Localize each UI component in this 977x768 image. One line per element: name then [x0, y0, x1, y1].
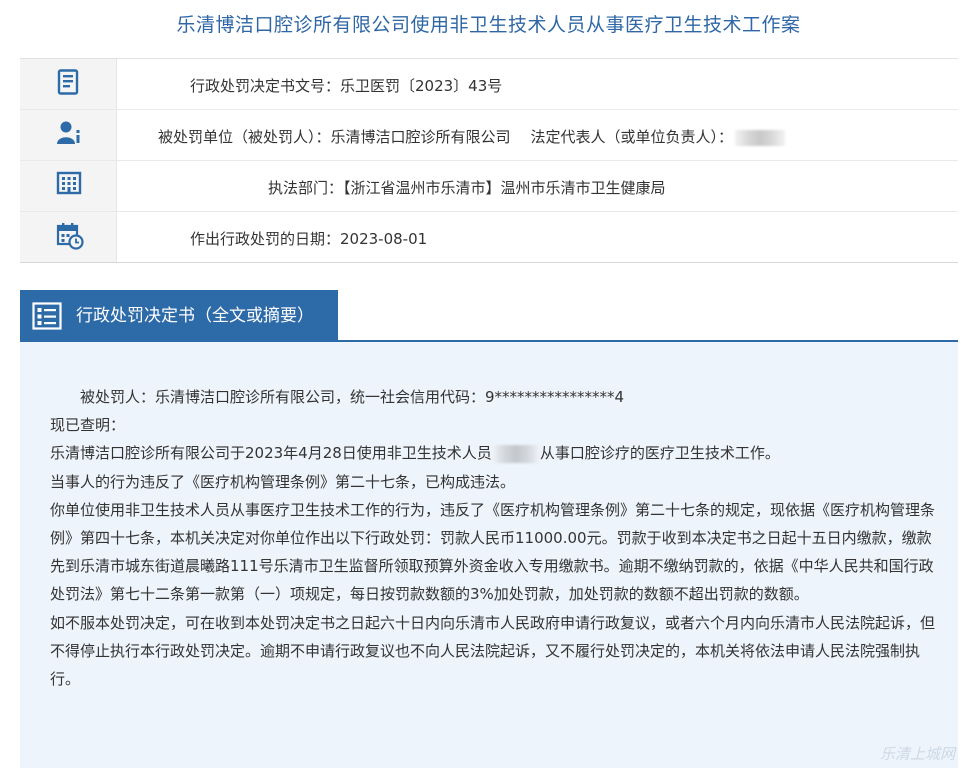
person-icon — [57, 121, 80, 144]
info-row-party: 被处罚单位（被处罚人）：乐清博洁口腔诊所有限公司 法定代表人（或单位负责人）： — [20, 110, 958, 161]
department-text: 执法部门：【浙江省温州市乐清市】温州市乐清市卫生健康局 — [268, 179, 666, 197]
section-tab: 行政处罚决定书（全文或摘要） — [20, 290, 338, 340]
content-findings-label: 现已查明： — [50, 416, 126, 435]
section-header: 行政处罚决定书（全文或摘要） — [20, 290, 958, 342]
building-icon — [56, 171, 82, 195]
content-findings-b: 从事口腔诊疗的医疗卫生技术工作。 — [539, 444, 780, 463]
calendar-clock-icon — [56, 223, 84, 250]
watermark: 乐清上城网 — [879, 745, 955, 763]
info-icon-cell — [20, 59, 117, 109]
info-row-decision-no: 行政处罚决定书文号：乐卫医罚〔2023〕43号 — [20, 59, 958, 110]
case-info-table: 行政处罚决定书文号：乐卫医罚〔2023〕43号 被处罚单位（被处罚人）：乐清博洁… — [20, 58, 958, 263]
page: 乐清博洁口腔诊所有限公司使用非卫生技术人员从事医疗卫生技术工作案 行政处罚决定书… — [0, 0, 977, 768]
info-icon-cell — [20, 161, 117, 211]
content-violation: 当事人的行为违反了《医疗机构管理条例》第二十七条，已构成违法。 — [50, 472, 516, 491]
legal-rep-label: 法定代表人（或单位负责人）： — [530, 128, 734, 146]
section-label: 行政处罚决定书（全文或摘要） — [76, 306, 314, 326]
page-title: 乐清博洁口腔诊所有限公司使用非卫生技术人员从事医疗卫生技术工作案 — [176, 14, 801, 36]
content-findings: 乐清博洁口腔诊所有限公司于2023年4月28日使用非卫生技术人员 从事口腔诊疗的医… — [50, 439, 942, 467]
content-findings-a: 乐清博洁口腔诊所有限公司于2023年4月28日使用非卫生技术人员 — [50, 444, 492, 463]
content-penalty: 你单位使用非卫生技术人员从事医疗卫生技术工作的行为，违反了《医疗机构管理条例》第… — [50, 500, 936, 604]
redacted-name — [491, 444, 540, 463]
party-name: 被处罚单位（被处罚人）：乐清博洁口腔诊所有限公司 — [158, 128, 511, 146]
content-appeal: 如不服本处罚决定，可在收到本处罚决定书之日起六十日内向乐清市人民政府申请行政复议… — [50, 613, 936, 689]
content-party: 被处罚人：乐清博洁口腔诊所有限公司，统一社会信用代码：9************… — [80, 388, 625, 406]
party-text: 被处罚单位（被处罚人）：乐清博洁口腔诊所有限公司 法定代表人（或单位负责人）： — [158, 110, 786, 160]
redacted-name — [735, 129, 786, 146]
info-row-department: 执法部门：【浙江省温州市乐清市】温州市乐清市卫生健康局 — [20, 161, 958, 212]
decision-no-text: 行政处罚决定书文号：乐卫医罚〔2023〕43号 — [190, 77, 503, 95]
info-icon-cell — [20, 110, 117, 160]
info-row-date: 作出行政处罚的日期：2023-08-01 — [20, 212, 958, 263]
info-icon-cell — [20, 212, 117, 262]
document-icon — [57, 69, 79, 95]
date-text: 作出行政处罚的日期：2023-08-01 — [190, 230, 428, 248]
document-list-icon — [32, 302, 62, 330]
decision-content: 被处罚人：乐清博洁口腔诊所有限公司，统一社会信用代码：9************… — [50, 383, 942, 693]
